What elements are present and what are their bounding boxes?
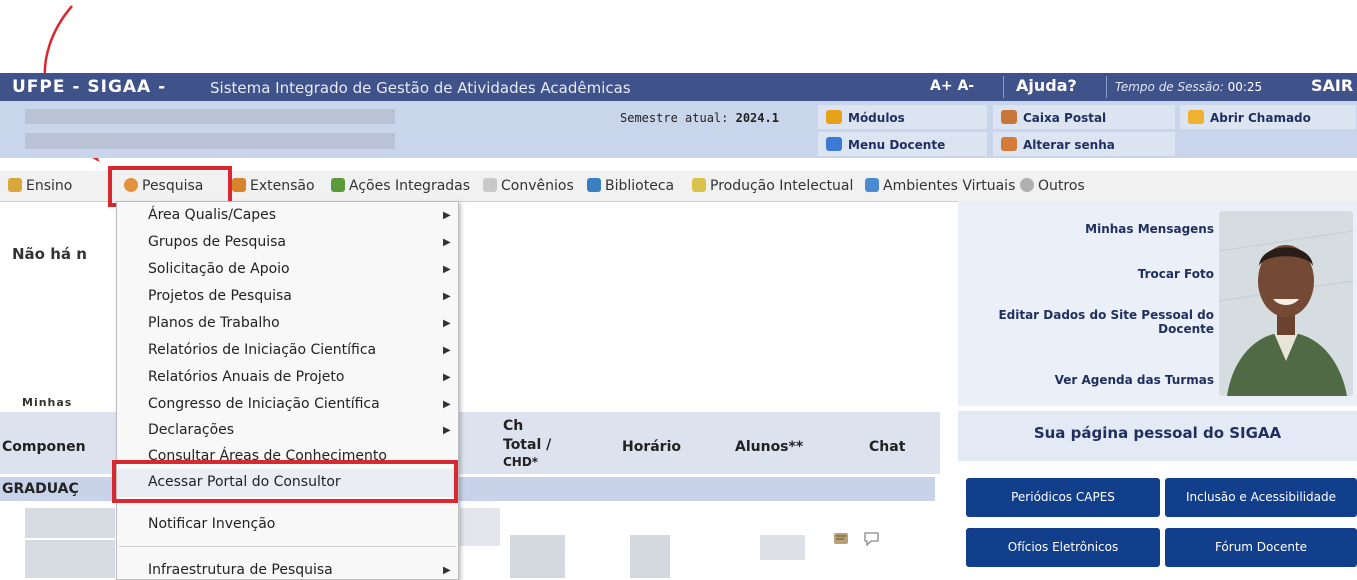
menu-item-planos-trabalho[interactable]: Planos de Trabalho (148, 315, 280, 331)
modules-button[interactable]: Módulos (818, 105, 988, 129)
menu-extensao[interactable]: Extensão (232, 178, 315, 194)
submenu-arrow-icon: ▶ (443, 237, 451, 248)
menu-divider (119, 546, 456, 547)
col-students: Alunos** (735, 439, 804, 455)
submenu-arrow-icon: ▶ (443, 291, 451, 302)
extensao-icon (232, 178, 246, 192)
submenu-arrow-icon: ▶ (443, 399, 451, 410)
forum-icon[interactable] (832, 530, 852, 548)
chat-icon[interactable] (862, 530, 882, 548)
menu-item-relatorios-ic[interactable]: Relatórios de Iniciação Científica (148, 342, 376, 358)
font-size-controls[interactable]: A+ A- (930, 78, 974, 94)
change-password-button[interactable]: Alterar senha (993, 132, 1176, 156)
acoes-integradas-icon (331, 178, 345, 192)
ambientes-virtuais-icon (865, 178, 879, 192)
outros-icon (1020, 178, 1034, 192)
system-description: Sistema Integrado de Gestão de Atividade… (210, 79, 631, 97)
col-schedule: Horário (622, 439, 682, 455)
logout-link[interactable]: SAIR (1311, 76, 1353, 95)
menu-item-solicitacao-apoio[interactable]: Solicitação de Apoio (148, 261, 290, 277)
help-link[interactable]: Ajuda? (1016, 76, 1077, 95)
menu-item-area-qualis[interactable]: Área Qualis/Capes (148, 207, 276, 223)
blurred-row-cell (25, 540, 115, 578)
submenu-arrow-icon: ▶ (443, 565, 451, 576)
graduation-label: GRADUAÇ (2, 481, 79, 497)
submenu-arrow-icon: ▶ (443, 372, 451, 383)
menu-convenios[interactable]: Convênios (483, 178, 574, 194)
blurred-row-cell (630, 535, 670, 578)
submenu-arrow-icon: ▶ (443, 318, 451, 329)
periodicos-capes-button[interactable]: Periódicos CAPES (966, 478, 1160, 517)
title-bar: UFPE - SIGAA - Sistema Integrado de Gest… (0, 73, 1357, 101)
blurred-user-info (25, 133, 395, 149)
submenu-arrow-icon: ▶ (443, 345, 451, 356)
open-ticket-button[interactable]: Abrir Chamado (1180, 105, 1357, 129)
pesquisa-dropdown-menu: Área Qualis/Capes ▶ Grupos de Pesquisa ▶ S… (116, 201, 459, 580)
separator (1106, 76, 1107, 98)
mailbox-icon (1001, 110, 1017, 124)
modules-icon (826, 110, 842, 124)
schedule-link[interactable]: Ver Agenda das Turmas (1000, 373, 1214, 387)
session-timer: Tempo de Sessão: 00:25 (1115, 80, 1263, 94)
separator (1003, 76, 1004, 98)
menu-item-projetos-pesquisa[interactable]: Projetos de Pesquisa (148, 288, 292, 304)
submenu-arrow-icon: ▶ (443, 210, 451, 221)
menu-ambientes-virtuais[interactable]: Ambientes Virtuais (865, 178, 1015, 194)
menu-item-notificar-invencao[interactable]: Notificar Invenção (148, 516, 275, 532)
edit-site-link[interactable]: Editar Dados do Site Pessoal do Docente (960, 308, 1214, 336)
blurred-row-cell (25, 508, 115, 538)
mailbox-button[interactable]: Caixa Postal (993, 105, 1176, 129)
menu-outros[interactable]: Outros (1020, 178, 1085, 194)
col-component: Componen (2, 439, 86, 455)
col-chat: Chat (869, 439, 906, 455)
menu-item-congresso-ic[interactable]: Congresso de Iniciação Científica (148, 396, 380, 412)
ensino-icon (8, 178, 22, 192)
menu-producao-intelectual[interactable]: Produção Intelectual (692, 178, 853, 194)
my-messages-link[interactable]: Minhas Mensagens (1000, 222, 1214, 236)
teacher-menu-icon (826, 137, 842, 151)
menu-item-declaracoes[interactable]: Declarações (148, 422, 234, 438)
blurred-row-cell (760, 535, 805, 560)
menu-biblioteca[interactable]: Biblioteca (587, 178, 674, 194)
submenu-arrow-icon: ▶ (443, 425, 451, 436)
menu-item-grupos-pesquisa[interactable]: Grupos de Pesquisa (148, 234, 286, 250)
oficios-eletronicos-button[interactable]: Ofícios Eletrônicos (966, 528, 1160, 567)
menu-item-infraestrutura[interactable]: Infraestrutura de Pesquisa (148, 562, 333, 578)
password-icon (1001, 137, 1017, 151)
menu-item-relatorios-anuais[interactable]: Relatórios Anuais de Projeto (148, 369, 344, 385)
teacher-menu-button[interactable]: Menu Docente (818, 132, 988, 156)
col-chd: CHD* (503, 455, 539, 469)
submenu-arrow-icon: ▶ (443, 264, 451, 275)
personal-page-title: Sua página pessoal do SIGAA (958, 411, 1357, 461)
convenios-icon (483, 178, 497, 192)
profile-photo (1219, 211, 1353, 396)
system-name: UFPE - SIGAA - (12, 77, 167, 97)
blurred-row-cell (460, 508, 500, 546)
profile-photo-image (1219, 211, 1353, 396)
current-semester: Semestre atual: 2024.1 (620, 111, 779, 125)
no-items-message: Não há n (12, 245, 87, 263)
inclusao-acessibilidade-button[interactable]: Inclusão e Acessibilidade (1165, 478, 1357, 517)
col-total: Total / (503, 437, 552, 453)
biblioteca-icon (587, 178, 601, 192)
menu-ensino[interactable]: Ensino (8, 178, 72, 194)
menu-acoes-integradas[interactable]: Ações Integradas (331, 178, 470, 194)
blurred-row-cell (510, 535, 565, 578)
col-ch: Ch (503, 418, 524, 434)
ticket-icon (1188, 110, 1204, 124)
producao-intelectual-icon (692, 178, 706, 192)
change-photo-link[interactable]: Trocar Foto (1000, 267, 1214, 281)
blurred-user-name (25, 109, 395, 124)
forum-docente-button[interactable]: Fórum Docente (1165, 528, 1357, 567)
my-classes-tab[interactable]: Minhas (22, 396, 72, 409)
info-bar: Semestre atual: 2024.1 Módulos Caixa Pos… (0, 101, 1357, 158)
portal-consultor-highlight (112, 460, 458, 503)
